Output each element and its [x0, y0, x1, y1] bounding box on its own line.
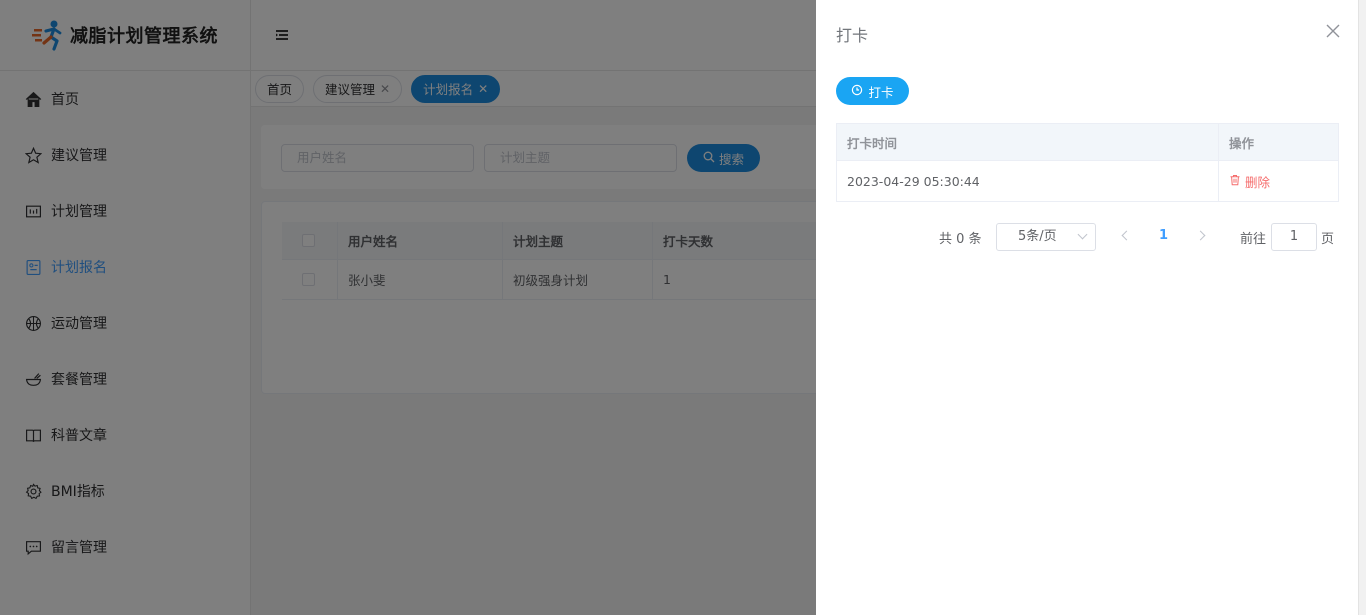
punch-drawer: 打卡 打卡 打卡时间 操作 2023-04-29 05:30:44 删除 共 0… — [816, 0, 1358, 615]
trash-icon — [1229, 174, 1241, 189]
pagination: 共 0 条 5条/页 1 前往 1 页 — [836, 223, 1339, 251]
punch-table-header: 打卡时间 操作 — [837, 124, 1338, 161]
punch-table: 打卡时间 操作 2023-04-29 05:30:44 删除 — [836, 123, 1339, 202]
page-suffix: 页 — [1321, 232, 1335, 247]
page-size-select[interactable]: 5条/页 — [996, 223, 1096, 251]
delete-button[interactable]: 删除 — [1229, 172, 1270, 191]
page-number-current[interactable]: 1 — [1159, 228, 1168, 243]
clock-icon — [851, 84, 863, 99]
chevron-down-icon — [1077, 229, 1088, 240]
column-header: 打卡时间 — [837, 124, 1219, 160]
punch-time-cell: 2023-04-29 05:30:44 — [837, 161, 1219, 201]
action-cell: 删除 — [1219, 161, 1338, 201]
column-header: 操作 — [1229, 135, 1255, 151]
goto-label: 前往 — [1240, 232, 1267, 247]
table-row: 2023-04-29 05:30:44 删除 — [837, 161, 1338, 201]
drawer-title: 打卡 — [836, 26, 869, 45]
punch-button[interactable]: 打卡 — [836, 77, 909, 105]
scrollbar[interactable] — [1358, 0, 1366, 615]
punch-button-label: 打卡 — [868, 84, 894, 100]
close-icon[interactable] — [1324, 22, 1342, 40]
page-size-value: 5条/页 — [1018, 229, 1057, 244]
goto-page-input[interactable]: 1 — [1271, 223, 1317, 251]
next-page-icon[interactable] — [1195, 230, 1206, 241]
pagination-total: 共 0 条 — [939, 232, 982, 247]
prev-page-icon[interactable] — [1121, 230, 1132, 241]
delete-label: 删除 — [1245, 174, 1271, 190]
app-root: 减脂计划管理系统 首页 建议管理 计划管理 — [0, 0, 1366, 615]
